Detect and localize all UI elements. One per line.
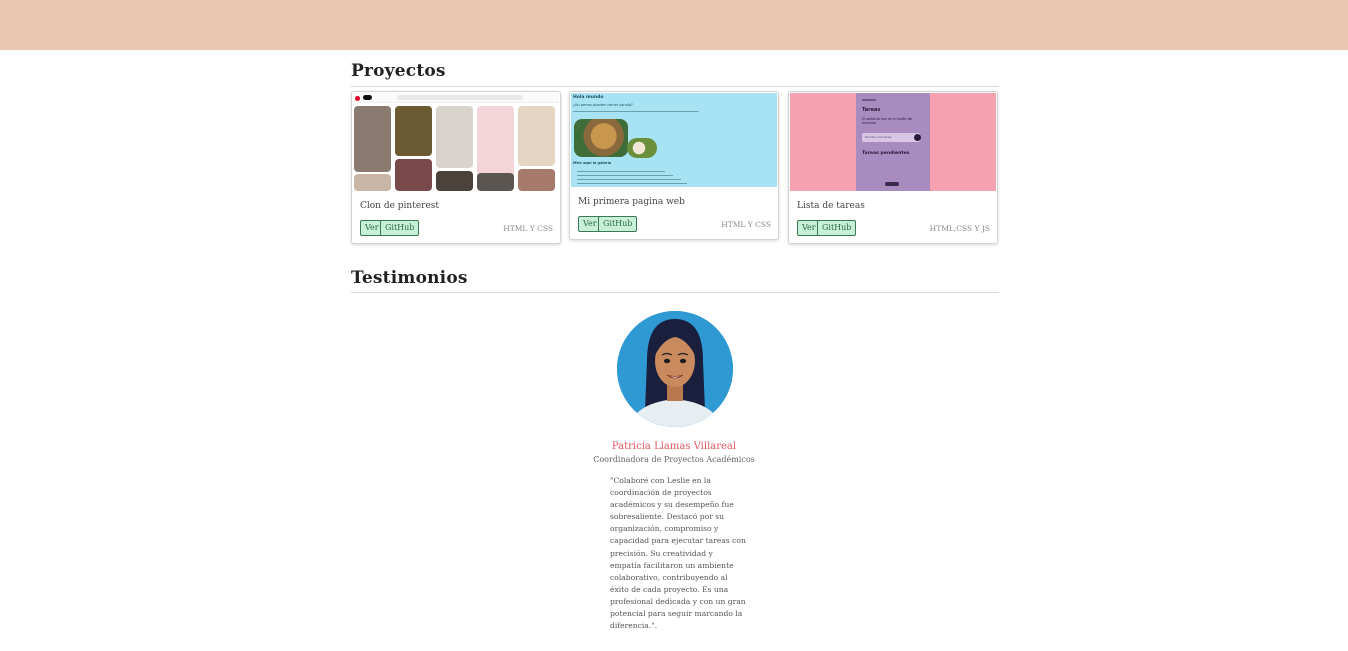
dog-photo-small — [627, 138, 657, 158]
testimonials-divider — [351, 292, 999, 293]
testimonial-role: Coordinadora de Proyectos Académicos — [593, 455, 755, 464]
thumb-task-title: Tareas — [862, 107, 881, 113]
github-button[interactable]: GitHub — [380, 220, 420, 236]
project-card-pinterest: Clon de pinterest Ver GitHub HTML Y CSS — [351, 91, 561, 244]
thumb-caption: Mire aquí la galería — [573, 161, 612, 165]
thumb-task-pending: Tareas pendientes — [862, 151, 910, 156]
thumb-subheading: ¿Un perros pueden comer sandía? — [573, 103, 633, 107]
tech-stack-label: HTML Y CSS — [503, 224, 553, 233]
tech-stack-label: HTML,CSS Y JS — [929, 224, 990, 233]
tech-stack-label: HTML Y CSS — [721, 220, 771, 229]
thumb-task-input: Escribe una tarea — [865, 135, 892, 139]
project-card-todo-list: Tareas El solsticio hoy en el solén de m… — [788, 91, 998, 244]
project-thumbnail-first-website[interactable]: Hola mundo ¿Un perros pueden comer sandí… — [571, 93, 777, 187]
project-title: Mi primera pagina web — [578, 197, 685, 207]
projects-section-title: Proyectos — [351, 61, 446, 81]
projects-divider — [351, 86, 999, 87]
project-title: Clon de pinterest — [360, 201, 440, 211]
project-card-first-website: Hola mundo ¿Un perros pueden comer sandí… — [569, 91, 779, 240]
testimonials-section-title: Testimonios — [351, 268, 468, 288]
github-button[interactable]: GitHub — [598, 216, 638, 232]
testimonial-quote: "Colaboré con Leslie en la coordinación … — [610, 476, 746, 631]
project-thumbnail-todo-list[interactable]: Tareas El solsticio hoy en el solén de m… — [790, 93, 996, 191]
thumb-task-sub: El solsticio hoy en el solén de mañana — [862, 117, 913, 126]
testimonial-name: Patricia Llamas Villareal — [611, 441, 737, 452]
thumb-heading: Hola mundo — [573, 95, 604, 100]
testimonial-avatar — [617, 311, 733, 427]
project-thumbnail-pinterest[interactable] — [353, 93, 559, 191]
project-title: Lista de tareas — [797, 201, 865, 211]
dog-photo — [574, 119, 628, 157]
github-button[interactable]: GitHub — [817, 220, 857, 236]
avatar-illustration — [617, 311, 733, 427]
top-header-bar — [0, 0, 1348, 50]
